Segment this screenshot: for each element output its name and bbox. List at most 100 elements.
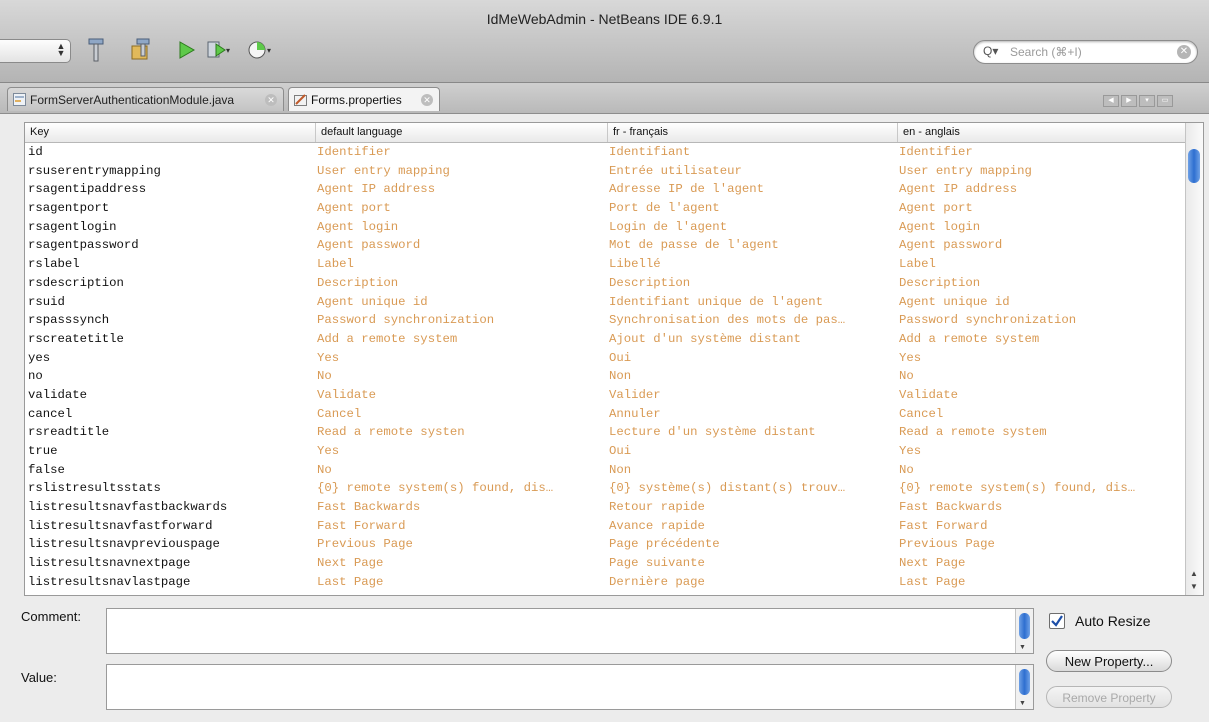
- cell-english[interactable]: Yes: [899, 349, 1185, 368]
- cell-key[interactable]: cancel: [28, 405, 313, 424]
- column-header-english[interactable]: en - anglais: [898, 123, 1185, 142]
- cell-key[interactable]: rsuid: [28, 293, 313, 312]
- cell-english[interactable]: Validate: [899, 386, 1185, 405]
- column-header-french[interactable]: fr - français: [608, 123, 898, 142]
- close-tab-icon[interactable]: ✕: [265, 94, 277, 106]
- cell-english[interactable]: Identifier: [899, 143, 1185, 162]
- cell-english[interactable]: User entry mapping: [899, 162, 1185, 181]
- cell-default-language[interactable]: Yes: [317, 442, 603, 461]
- cell-english[interactable]: Cancel: [899, 405, 1185, 424]
- comment-scrollbar[interactable]: ▼: [1015, 609, 1033, 653]
- cell-english[interactable]: Agent port: [899, 199, 1185, 218]
- cell-default-language[interactable]: Last Page: [317, 573, 603, 592]
- table-row[interactable]: true Yes Oui Yes: [25, 442, 1185, 461]
- cell-key[interactable]: validate: [28, 386, 313, 405]
- table-row[interactable]: yes Yes Oui Yes: [25, 349, 1185, 368]
- cell-english[interactable]: Add a remote system: [899, 330, 1185, 349]
- cell-french[interactable]: Ajout d'un système distant: [609, 330, 895, 349]
- table-row[interactable]: listresultsnavpreviouspage Previous Page P…: [25, 535, 1185, 554]
- scroll-left-icon[interactable]: ◀: [1103, 95, 1119, 107]
- cell-english[interactable]: Fast Backwards: [899, 498, 1185, 517]
- debug-icon[interactable]: ▾: [205, 36, 231, 64]
- value-scrollbar[interactable]: ▼: [1015, 665, 1033, 709]
- scroll-thumb[interactable]: [1188, 149, 1200, 183]
- table-row[interactable]: rscreatetitle Add a remote system Ajout d'…: [25, 330, 1185, 349]
- cell-english[interactable]: Fast Forward: [899, 517, 1185, 536]
- cell-french[interactable]: Entrée utilisateur: [609, 162, 895, 181]
- cell-default-language[interactable]: Agent port: [317, 199, 603, 218]
- cell-english[interactable]: Next Page: [899, 554, 1185, 573]
- cell-default-language[interactable]: Read a remote systen: [317, 423, 603, 442]
- cell-key[interactable]: rsagentport: [28, 199, 313, 218]
- search-field[interactable]: Q▾ Search (⌘+I) ✕: [973, 40, 1198, 64]
- cell-french[interactable]: Non: [609, 367, 895, 386]
- run-icon[interactable]: [173, 36, 199, 64]
- table-row[interactable]: rsuserentrymapping User entry mapping Entr…: [25, 162, 1185, 181]
- cell-default-language[interactable]: No: [317, 461, 603, 480]
- cell-english[interactable]: Previous Page: [899, 535, 1185, 554]
- table-row[interactable]: rsagentlogin Agent login Login de l'agent A…: [25, 218, 1185, 237]
- auto-resize-checkbox[interactable]: [1049, 613, 1065, 629]
- cell-key[interactable]: yes: [28, 349, 313, 368]
- cell-key[interactable]: rscreatetitle: [28, 330, 313, 349]
- cell-default-language[interactable]: Fast Forward: [317, 517, 603, 536]
- scroll-thumb[interactable]: [1019, 613, 1030, 639]
- table-row[interactable]: rsreadtitle Read a remote systen Lecture d…: [25, 423, 1185, 442]
- cell-default-language[interactable]: Agent IP address: [317, 180, 603, 199]
- cell-french[interactable]: Non: [609, 461, 895, 480]
- cell-key[interactable]: rsagentlogin: [28, 218, 313, 237]
- cell-english[interactable]: Agent login: [899, 218, 1185, 237]
- cell-key[interactable]: listresultsnavpreviouspage: [28, 535, 313, 554]
- scroll-thumb[interactable]: [1019, 669, 1030, 695]
- cell-english[interactable]: No: [899, 367, 1185, 386]
- scroll-down-icon[interactable]: ▼: [1019, 700, 1026, 707]
- table-row[interactable]: validate Validate Valider Validate: [25, 386, 1185, 405]
- cell-key[interactable]: listresultsnavnextpage: [28, 554, 313, 573]
- cell-key[interactable]: rslistresultsstats: [28, 479, 313, 498]
- maximize-icon[interactable]: ▭: [1157, 95, 1173, 107]
- cell-default-language[interactable]: Cancel: [317, 405, 603, 424]
- table-row[interactable]: id Identifier Identifiant Identifier: [25, 143, 1185, 162]
- cell-key[interactable]: rslabel: [28, 255, 313, 274]
- scroll-up-icon[interactable]: ▲: [1188, 568, 1200, 580]
- table-row[interactable]: listresultsnavfastforward Fast Forward Ava…: [25, 517, 1185, 536]
- cell-french[interactable]: Login de l'agent: [609, 218, 895, 237]
- cell-key[interactable]: listresultsnavfastbackwards: [28, 498, 313, 517]
- cell-french[interactable]: {0} système(s) distant(s) trouv…: [609, 479, 895, 498]
- cell-english[interactable]: Description: [899, 274, 1185, 293]
- tab-forms-properties[interactable]: Forms.properties ✕: [288, 87, 440, 111]
- column-header-default-language[interactable]: default language: [316, 123, 608, 142]
- close-tab-icon[interactable]: ✕: [421, 94, 433, 106]
- build-icon[interactable]: [128, 36, 154, 64]
- scroll-down-icon[interactable]: ▼: [1019, 644, 1026, 651]
- cell-english[interactable]: Agent unique id: [899, 293, 1185, 312]
- cell-key[interactable]: rsuserentrymapping: [28, 162, 313, 181]
- cell-key[interactable]: rsreadtitle: [28, 423, 313, 442]
- cell-default-language[interactable]: Next Page: [317, 554, 603, 573]
- table-row[interactable]: rsuid Agent unique id Identifiant unique d…: [25, 293, 1185, 312]
- cell-key[interactable]: no: [28, 367, 313, 386]
- cell-key[interactable]: id: [28, 143, 313, 162]
- cell-french[interactable]: Dernière page: [609, 573, 895, 592]
- cell-key[interactable]: rsagentpassword: [28, 236, 313, 255]
- cell-default-language[interactable]: Agent unique id: [317, 293, 603, 312]
- properties-table[interactable]: Key default language fr - français en - …: [24, 122, 1204, 596]
- cell-default-language[interactable]: Identifier: [317, 143, 603, 162]
- cell-french[interactable]: Synchronisation des mots de pas…: [609, 311, 895, 330]
- cell-french[interactable]: Oui: [609, 349, 895, 368]
- table-row[interactable]: listresultsnavfastbackwards Fast Backward…: [25, 498, 1185, 517]
- cell-default-language[interactable]: Fast Backwards: [317, 498, 603, 517]
- table-row[interactable]: rsagentipaddress Agent IP address Adresse …: [25, 180, 1185, 199]
- table-row[interactable]: rspasssynch Password synchronization Synch…: [25, 311, 1185, 330]
- table-row[interactable]: false No Non No: [25, 461, 1185, 480]
- cell-default-language[interactable]: Agent password: [317, 236, 603, 255]
- cell-key[interactable]: rspasssynch: [28, 311, 313, 330]
- cell-default-language[interactable]: Previous Page: [317, 535, 603, 554]
- remove-property-button[interactable]: Remove Property: [1046, 686, 1172, 708]
- cell-english[interactable]: Read a remote system: [899, 423, 1185, 442]
- tab-formserver-java[interactable]: FormServerAuthenticationModule.java ✕: [7, 87, 284, 111]
- table-row[interactable]: no No Non No: [25, 367, 1185, 386]
- cell-default-language[interactable]: Validate: [317, 386, 603, 405]
- table-row[interactable]: cancel Cancel Annuler Cancel: [25, 405, 1185, 424]
- cell-default-language[interactable]: Password synchronization: [317, 311, 603, 330]
